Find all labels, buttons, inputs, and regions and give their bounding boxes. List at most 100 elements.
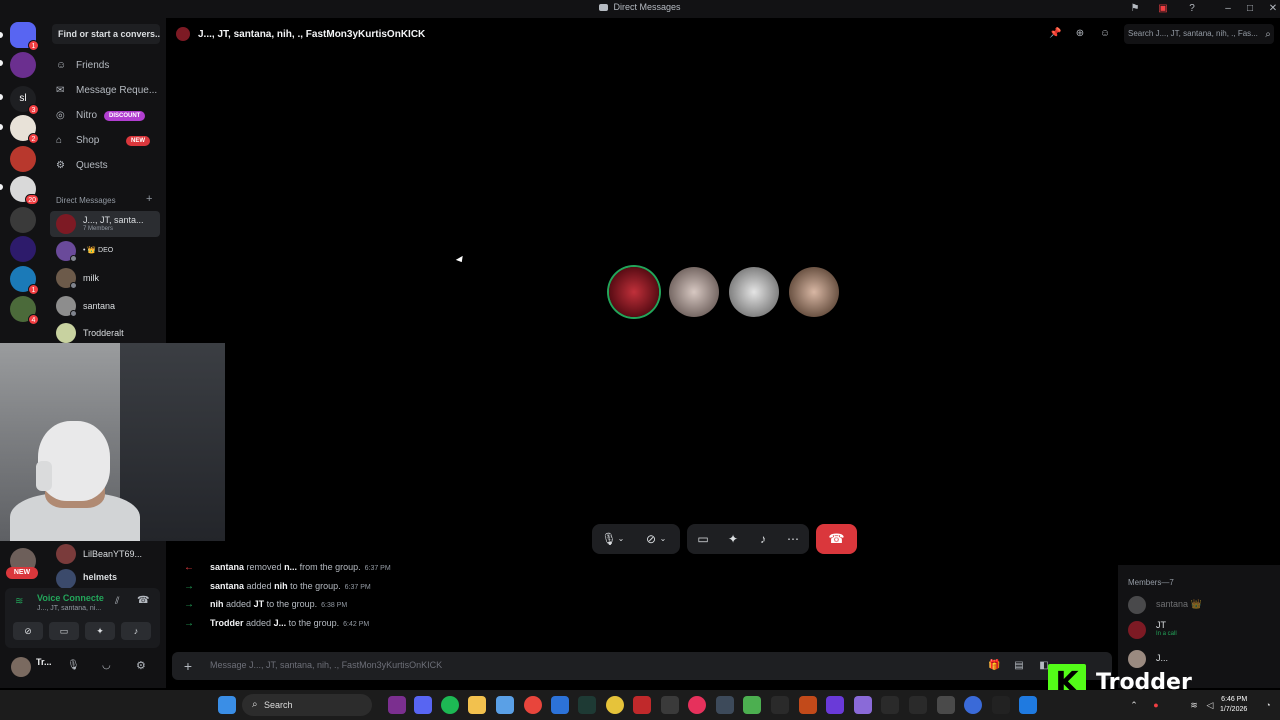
headphones-icon[interactable]: ◡ <box>102 660 111 671</box>
home-discord-button[interactable]: 1 <box>10 22 39 51</box>
participant-avatar[interactable] <box>669 267 719 317</box>
member-item[interactable]: JT In a call <box>1128 619 1268 641</box>
participant-avatar[interactable] <box>729 267 779 317</box>
member-list-icon[interactable]: ☺ <box>1099 28 1111 40</box>
help-icon[interactable]: ? <box>1186 3 1198 15</box>
participant-avatar[interactable] <box>609 267 659 317</box>
end-call-button[interactable]: ☎ <box>816 524 857 554</box>
chevron-down-icon[interactable]: ⌄ <box>614 524 628 554</box>
pin-icon[interactable]: 📌 <box>1049 28 1061 40</box>
app-icon[interactable] <box>992 696 1010 714</box>
disconnect-icon[interactable]: ☎ <box>137 595 149 606</box>
app-icon[interactable] <box>799 696 817 714</box>
tray-app-icon[interactable]: ● <box>1150 699 1162 711</box>
server-icon[interactable]: sl 3 <box>10 86 39 115</box>
app-icon[interactable] <box>388 696 406 714</box>
message-input[interactable]: Message J..., JT, santana, nih, ., FastM… <box>210 660 442 670</box>
file-explorer-icon[interactable] <box>468 696 486 714</box>
dm-item-helmets[interactable]: helmets <box>50 566 160 589</box>
taskbar-clock[interactable]: 6:46 PM 1/7/2026 <box>1220 695 1247 715</box>
envelope-icon: ✉ <box>56 85 65 96</box>
server-icon[interactable]: 20 <box>10 176 39 205</box>
search-input[interactable]: Search J..., JT, santana, nih, ., Fas... <box>1124 24 1274 44</box>
tray-chevron-icon[interactable]: ⌃ <box>1128 699 1140 711</box>
camera-off-button[interactable]: ⊘ <box>13 622 43 640</box>
create-dm-plus-icon[interactable]: + <box>146 193 152 205</box>
inbox-flag-icon[interactable]: ⚑ <box>1129 3 1141 15</box>
app-icon[interactable] <box>716 696 734 714</box>
dm-item-group[interactable]: J..., JT, santa... 7 Members <box>50 211 160 237</box>
close-window-button[interactable]: ✕ <box>1266 2 1280 16</box>
dm-item-santana[interactable]: santana <box>50 293 160 319</box>
app-icon[interactable] <box>854 696 872 714</box>
app-icon[interactable] <box>881 696 899 714</box>
avatar[interactable] <box>11 657 31 677</box>
settings-gear-icon[interactable]: ⚙ <box>136 659 146 672</box>
server-icon[interactable] <box>10 52 36 78</box>
channel-name[interactable]: J..., JT, santana, nih, ., FastMon3yKurt… <box>198 29 425 40</box>
app-icon[interactable] <box>964 696 982 714</box>
wifi-icon[interactable]: ≋ <box>1188 699 1200 711</box>
minecraft-icon[interactable] <box>743 696 761 714</box>
app-icon[interactable] <box>771 696 789 714</box>
nav-nitro[interactable]: ◎ Nitro DISCOUNT <box>52 106 162 126</box>
app-icon[interactable] <box>578 696 596 714</box>
screen-share-icon[interactable]: ▭ <box>688 524 718 554</box>
member-item[interactable]: santana 👑 <box>1128 594 1268 616</box>
server-icon[interactable] <box>10 236 36 262</box>
app-icon[interactable] <box>606 696 624 714</box>
chevron-down-icon[interactable]: ⌄ <box>656 524 670 554</box>
add-friends-icon[interactable]: ⊕ <box>1074 28 1086 40</box>
gif-icon[interactable]: ▤ <box>1013 660 1025 672</box>
rail-indicator <box>0 184 3 190</box>
dm-item-lilbean[interactable]: LilBeanYT69... <box>50 541 160 567</box>
taskbar-search[interactable]: Search <box>242 694 372 716</box>
nav-friends[interactable]: ☺ Friends <box>52 56 162 76</box>
start-menu-icon[interactable] <box>218 696 236 714</box>
microphone-icon[interactable]: 🎙 <box>67 660 80 671</box>
nav-shop[interactable]: ⌂ Shop NEW <box>52 131 162 151</box>
chrome-icon[interactable] <box>524 696 542 714</box>
app-icon[interactable] <box>1019 696 1037 714</box>
activities-icon[interactable]: ✦ <box>718 524 748 554</box>
participant-avatar[interactable] <box>789 267 839 317</box>
avatar <box>56 544 76 564</box>
app-icon[interactable] <box>688 696 706 714</box>
discord-taskbar-icon[interactable] <box>414 696 432 714</box>
app-icon[interactable] <box>937 696 955 714</box>
server-icon[interactable] <box>10 146 36 172</box>
attach-plus-icon[interactable]: + <box>180 658 196 674</box>
screen-share-icon[interactable]: ▣ <box>1157 3 1169 15</box>
minimize-button[interactable]: – <box>1221 2 1235 16</box>
soundboard-icon[interactable]: ♪ <box>748 524 778 554</box>
app-icon[interactable] <box>909 696 927 714</box>
soundboard-button[interactable]: ♪ <box>121 622 151 640</box>
server-icon[interactable]: 4 <box>10 296 39 325</box>
dm-item-deo[interactable]: • 👑 DEO <box>50 238 160 264</box>
maximize-button[interactable]: □ <box>1243 2 1257 16</box>
app-icon[interactable] <box>551 696 569 714</box>
server-icon[interactable] <box>10 207 36 233</box>
notification-bell-icon[interactable]: ◔ <box>1262 699 1274 711</box>
noise-suppression-icon[interactable]: ⫽ <box>115 596 119 607</box>
spotify-icon[interactable] <box>441 696 459 714</box>
avatar <box>56 214 76 234</box>
app-icon[interactable] <box>826 696 844 714</box>
dm-item-milk[interactable]: milk <box>50 265 160 291</box>
server-icon[interactable]: 1 <box>10 266 39 295</box>
new-servers-badge[interactable]: NEW <box>6 567 38 579</box>
more-options-icon[interactable]: ⋯ <box>778 524 808 554</box>
find-conversation-button[interactable]: Find or start a convers... <box>52 24 160 44</box>
message-composer[interactable]: + Message J..., JT, santana, nih, ., Fas… <box>172 652 1112 680</box>
activities-button[interactable]: ✦ <box>85 622 115 640</box>
server-icon[interactable]: 2 <box>10 115 39 144</box>
app-icon[interactable] <box>661 696 679 714</box>
direct-messages-header: Direct Messages <box>56 196 116 205</box>
nav-quests[interactable]: ⚙ Quests <box>52 156 162 176</box>
app-icon[interactable] <box>633 696 651 714</box>
nav-message-requests[interactable]: ✉ Message Reque... <box>52 81 162 101</box>
app-icon[interactable] <box>496 696 514 714</box>
screen-share-button[interactable]: ▭ <box>49 622 79 640</box>
gift-icon[interactable]: 🎁 <box>988 660 1000 672</box>
volume-icon[interactable]: ◁ <box>1204 699 1216 711</box>
